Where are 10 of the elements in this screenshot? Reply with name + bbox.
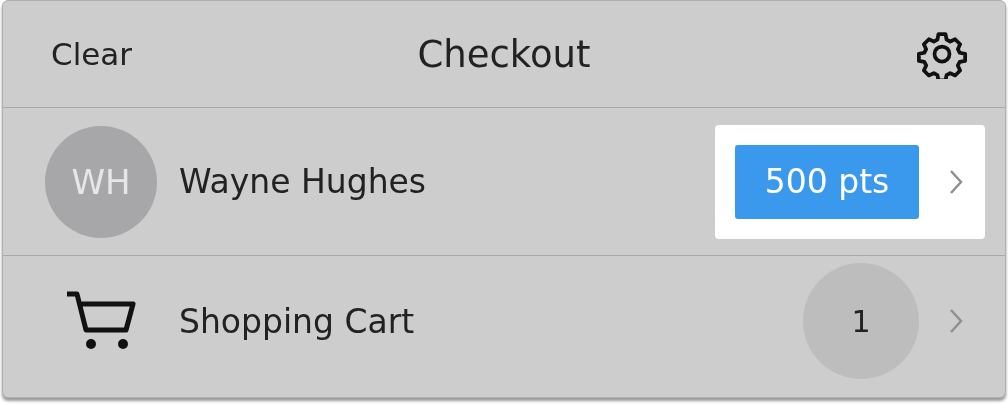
page-title: Checkout: [417, 32, 591, 76]
avatar: WH: [45, 125, 157, 238]
settings-icon[interactable]: [917, 29, 967, 79]
chevron-icon[interactable]: [949, 308, 963, 334]
cart-label: Shopping Cart: [179, 301, 415, 341]
count-badge: 1: [803, 263, 919, 379]
clear-button[interactable]: Clear: [47, 34, 137, 74]
cart-icon: [65, 290, 137, 352]
chevron-icon[interactable]: [949, 168, 963, 195]
customer-name: Wayne Hughes: [179, 162, 427, 201]
